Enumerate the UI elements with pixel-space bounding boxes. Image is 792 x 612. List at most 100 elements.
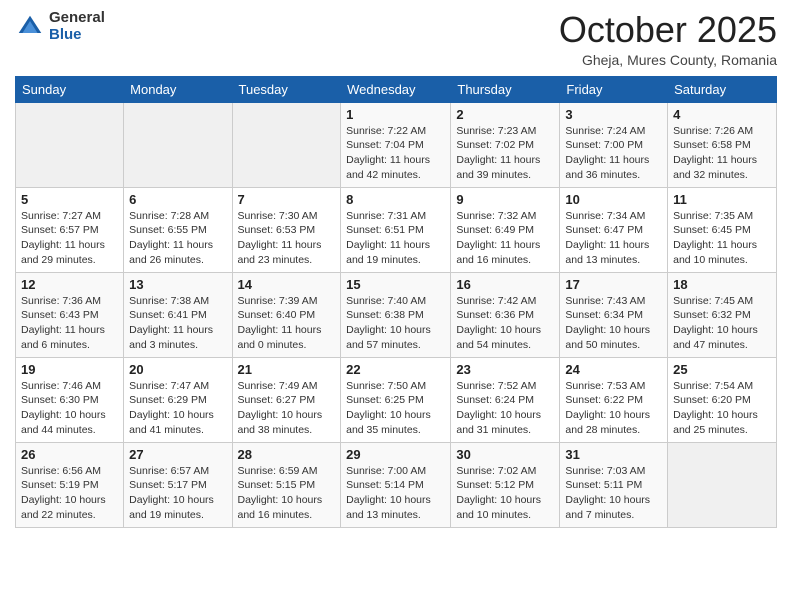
day-info: Sunrise: 6:57 AM Sunset: 5:17 PM Dayligh… — [129, 464, 226, 523]
day-number: 19 — [21, 362, 118, 377]
calendar-cell: 8Sunrise: 7:31 AM Sunset: 6:51 PM Daylig… — [341, 187, 451, 272]
day-number: 6 — [129, 192, 226, 207]
calendar-cell: 5Sunrise: 7:27 AM Sunset: 6:57 PM Daylig… — [16, 187, 124, 272]
day-info: Sunrise: 7:46 AM Sunset: 6:30 PM Dayligh… — [21, 379, 118, 438]
day-number: 3 — [565, 107, 662, 122]
day-number: 21 — [238, 362, 336, 377]
calendar-cell: 4 Sunrise: 7:26 AM Sunset: 6:58 PM Daylig… — [668, 102, 777, 187]
logo-blue-text: Blue — [49, 27, 105, 44]
day-number: 25 — [673, 362, 771, 377]
day-info: Sunrise: 7:34 AM Sunset: 6:47 PM Dayligh… — [565, 209, 662, 268]
day-number: 27 — [129, 447, 226, 462]
day-info: Sunrise: 7:35 AM Sunset: 6:45 PM Dayligh… — [673, 209, 771, 268]
calendar-cell: 13 Sunrise: 7:38 AM Sunset: 6:41 PM Dayli… — [124, 272, 232, 357]
title-block: October 2025 Gheja, Mures County, Romani… — [559, 10, 777, 68]
day-info: Sunrise: 7:32 AM Sunset: 6:49 PM Dayligh… — [456, 209, 554, 268]
day-number: 15 — [346, 277, 445, 292]
week-row-3: 12 Sunrise: 7:36 AM Sunset: 6:43 PM Dayli… — [16, 272, 777, 357]
weekday-header-row: SundayMondayTuesdayWednesdayThursdayFrid… — [16, 76, 777, 102]
day-info: Sunrise: 7:50 AM Sunset: 6:25 PM Dayligh… — [346, 379, 445, 438]
day-number: 24 — [565, 362, 662, 377]
day-info: Sunrise: 7:47 AM Sunset: 6:29 PM Dayligh… — [129, 379, 226, 438]
page: General Blue October 2025 Gheja, Mures C… — [0, 0, 792, 612]
day-number: 28 — [238, 447, 336, 462]
day-number: 30 — [456, 447, 554, 462]
calendar-cell: 10 Sunrise: 7:34 AM Sunset: 6:47 PM Dayli… — [560, 187, 668, 272]
day-number: 20 — [129, 362, 226, 377]
week-row-5: 26Sunrise: 6:56 AM Sunset: 5:19 PM Dayli… — [16, 442, 777, 527]
calendar-cell: 14Sunrise: 7:39 AM Sunset: 6:40 PM Dayli… — [232, 272, 341, 357]
calendar-cell: 26Sunrise: 6:56 AM Sunset: 5:19 PM Dayli… — [16, 442, 124, 527]
day-number: 9 — [456, 192, 554, 207]
day-number: 11 — [673, 192, 771, 207]
day-number: 16 — [456, 277, 554, 292]
day-number: 18 — [673, 277, 771, 292]
day-info: Sunrise: 7:26 AM Sunset: 6:58 PM Dayligh… — [673, 124, 771, 183]
day-info: Sunrise: 7:00 AM Sunset: 5:14 PM Dayligh… — [346, 464, 445, 523]
day-info: Sunrise: 7:49 AM Sunset: 6:27 PM Dayligh… — [238, 379, 336, 438]
logo-general-text: General — [49, 10, 105, 27]
day-number: 26 — [21, 447, 118, 462]
day-info: Sunrise: 6:59 AM Sunset: 5:15 PM Dayligh… — [238, 464, 336, 523]
day-number: 31 — [565, 447, 662, 462]
calendar-cell: 22Sunrise: 7:50 AM Sunset: 6:25 PM Dayli… — [341, 357, 451, 442]
calendar-cell: 9 Sunrise: 7:32 AM Sunset: 6:49 PM Daylig… — [451, 187, 560, 272]
calendar-cell: 18Sunrise: 7:45 AM Sunset: 6:32 PM Dayli… — [668, 272, 777, 357]
calendar-cell: 21 Sunrise: 7:49 AM Sunset: 6:27 PM Dayli… — [232, 357, 341, 442]
day-number: 4 — [673, 107, 771, 122]
day-number: 7 — [238, 192, 336, 207]
day-number: 10 — [565, 192, 662, 207]
calendar-cell: 23Sunrise: 7:52 AM Sunset: 6:24 PM Dayli… — [451, 357, 560, 442]
day-info: Sunrise: 7:42 AM Sunset: 6:36 PM Dayligh… — [456, 294, 554, 353]
calendar-cell: 15 Sunrise: 7:40 AM Sunset: 6:38 PM Dayli… — [341, 272, 451, 357]
day-info: Sunrise: 7:23 AM Sunset: 7:02 PM Dayligh… — [456, 124, 554, 183]
calendar-cell: 16 Sunrise: 7:42 AM Sunset: 6:36 PM Dayli… — [451, 272, 560, 357]
day-info: Sunrise: 7:31 AM Sunset: 6:51 PM Dayligh… — [346, 209, 445, 268]
day-info: Sunrise: 7:38 AM Sunset: 6:41 PM Dayligh… — [129, 294, 226, 353]
location: Gheja, Mures County, Romania — [559, 52, 777, 68]
calendar-cell — [668, 442, 777, 527]
weekday-header-tuesday: Tuesday — [232, 76, 341, 102]
calendar-cell: 3 Sunrise: 7:24 AM Sunset: 7:00 PM Daylig… — [560, 102, 668, 187]
calendar-cell: 11 Sunrise: 7:35 AM Sunset: 6:45 PM Dayli… — [668, 187, 777, 272]
day-number: 17 — [565, 277, 662, 292]
weekday-header-thursday: Thursday — [451, 76, 560, 102]
weekday-header-friday: Friday — [560, 76, 668, 102]
calendar-cell: 27 Sunrise: 6:57 AM Sunset: 5:17 PM Dayli… — [124, 442, 232, 527]
day-info: Sunrise: 7:24 AM Sunset: 7:00 PM Dayligh… — [565, 124, 662, 183]
day-info: Sunrise: 7:22 AM Sunset: 7:04 PM Dayligh… — [346, 124, 445, 183]
day-number: 2 — [456, 107, 554, 122]
day-info: Sunrise: 7:39 AM Sunset: 6:40 PM Dayligh… — [238, 294, 336, 353]
weekday-header-monday: Monday — [124, 76, 232, 102]
day-number: 12 — [21, 277, 118, 292]
day-info: Sunrise: 7:40 AM Sunset: 6:38 PM Dayligh… — [346, 294, 445, 353]
calendar-cell: 30 Sunrise: 7:02 AM Sunset: 5:12 PM Dayli… — [451, 442, 560, 527]
calendar-cell — [232, 102, 341, 187]
day-info: Sunrise: 7:28 AM Sunset: 6:55 PM Dayligh… — [129, 209, 226, 268]
logo-text: General Blue — [49, 10, 105, 43]
calendar-cell: 19 Sunrise: 7:46 AM Sunset: 6:30 PM Dayli… — [16, 357, 124, 442]
month-title: October 2025 — [559, 10, 777, 50]
day-info: Sunrise: 7:27 AM Sunset: 6:57 PM Dayligh… — [21, 209, 118, 268]
calendar-cell — [124, 102, 232, 187]
calendar-cell: 28 Sunrise: 6:59 AM Sunset: 5:15 PM Dayli… — [232, 442, 341, 527]
calendar-cell: 2 Sunrise: 7:23 AM Sunset: 7:02 PM Daylig… — [451, 102, 560, 187]
day-number: 29 — [346, 447, 445, 462]
day-info: Sunrise: 7:02 AM Sunset: 5:12 PM Dayligh… — [456, 464, 554, 523]
day-number: 23 — [456, 362, 554, 377]
day-info: Sunrise: 7:43 AM Sunset: 6:34 PM Dayligh… — [565, 294, 662, 353]
weekday-header-sunday: Sunday — [16, 76, 124, 102]
calendar-cell: 25Sunrise: 7:54 AM Sunset: 6:20 PM Dayli… — [668, 357, 777, 442]
calendar-table: SundayMondayTuesdayWednesdayThursdayFrid… — [15, 76, 777, 528]
day-info: Sunrise: 7:30 AM Sunset: 6:53 PM Dayligh… — [238, 209, 336, 268]
logo-icon — [15, 12, 45, 42]
calendar-cell: 31Sunrise: 7:03 AM Sunset: 5:11 PM Dayli… — [560, 442, 668, 527]
calendar-cell: 17 Sunrise: 7:43 AM Sunset: 6:34 PM Dayli… — [560, 272, 668, 357]
day-info: Sunrise: 7:36 AM Sunset: 6:43 PM Dayligh… — [21, 294, 118, 353]
weekday-header-saturday: Saturday — [668, 76, 777, 102]
calendar-cell: 6 Sunrise: 7:28 AM Sunset: 6:55 PM Daylig… — [124, 187, 232, 272]
day-info: Sunrise: 7:53 AM Sunset: 6:22 PM Dayligh… — [565, 379, 662, 438]
weekday-header-wednesday: Wednesday — [341, 76, 451, 102]
week-row-4: 19 Sunrise: 7:46 AM Sunset: 6:30 PM Dayli… — [16, 357, 777, 442]
day-number: 13 — [129, 277, 226, 292]
